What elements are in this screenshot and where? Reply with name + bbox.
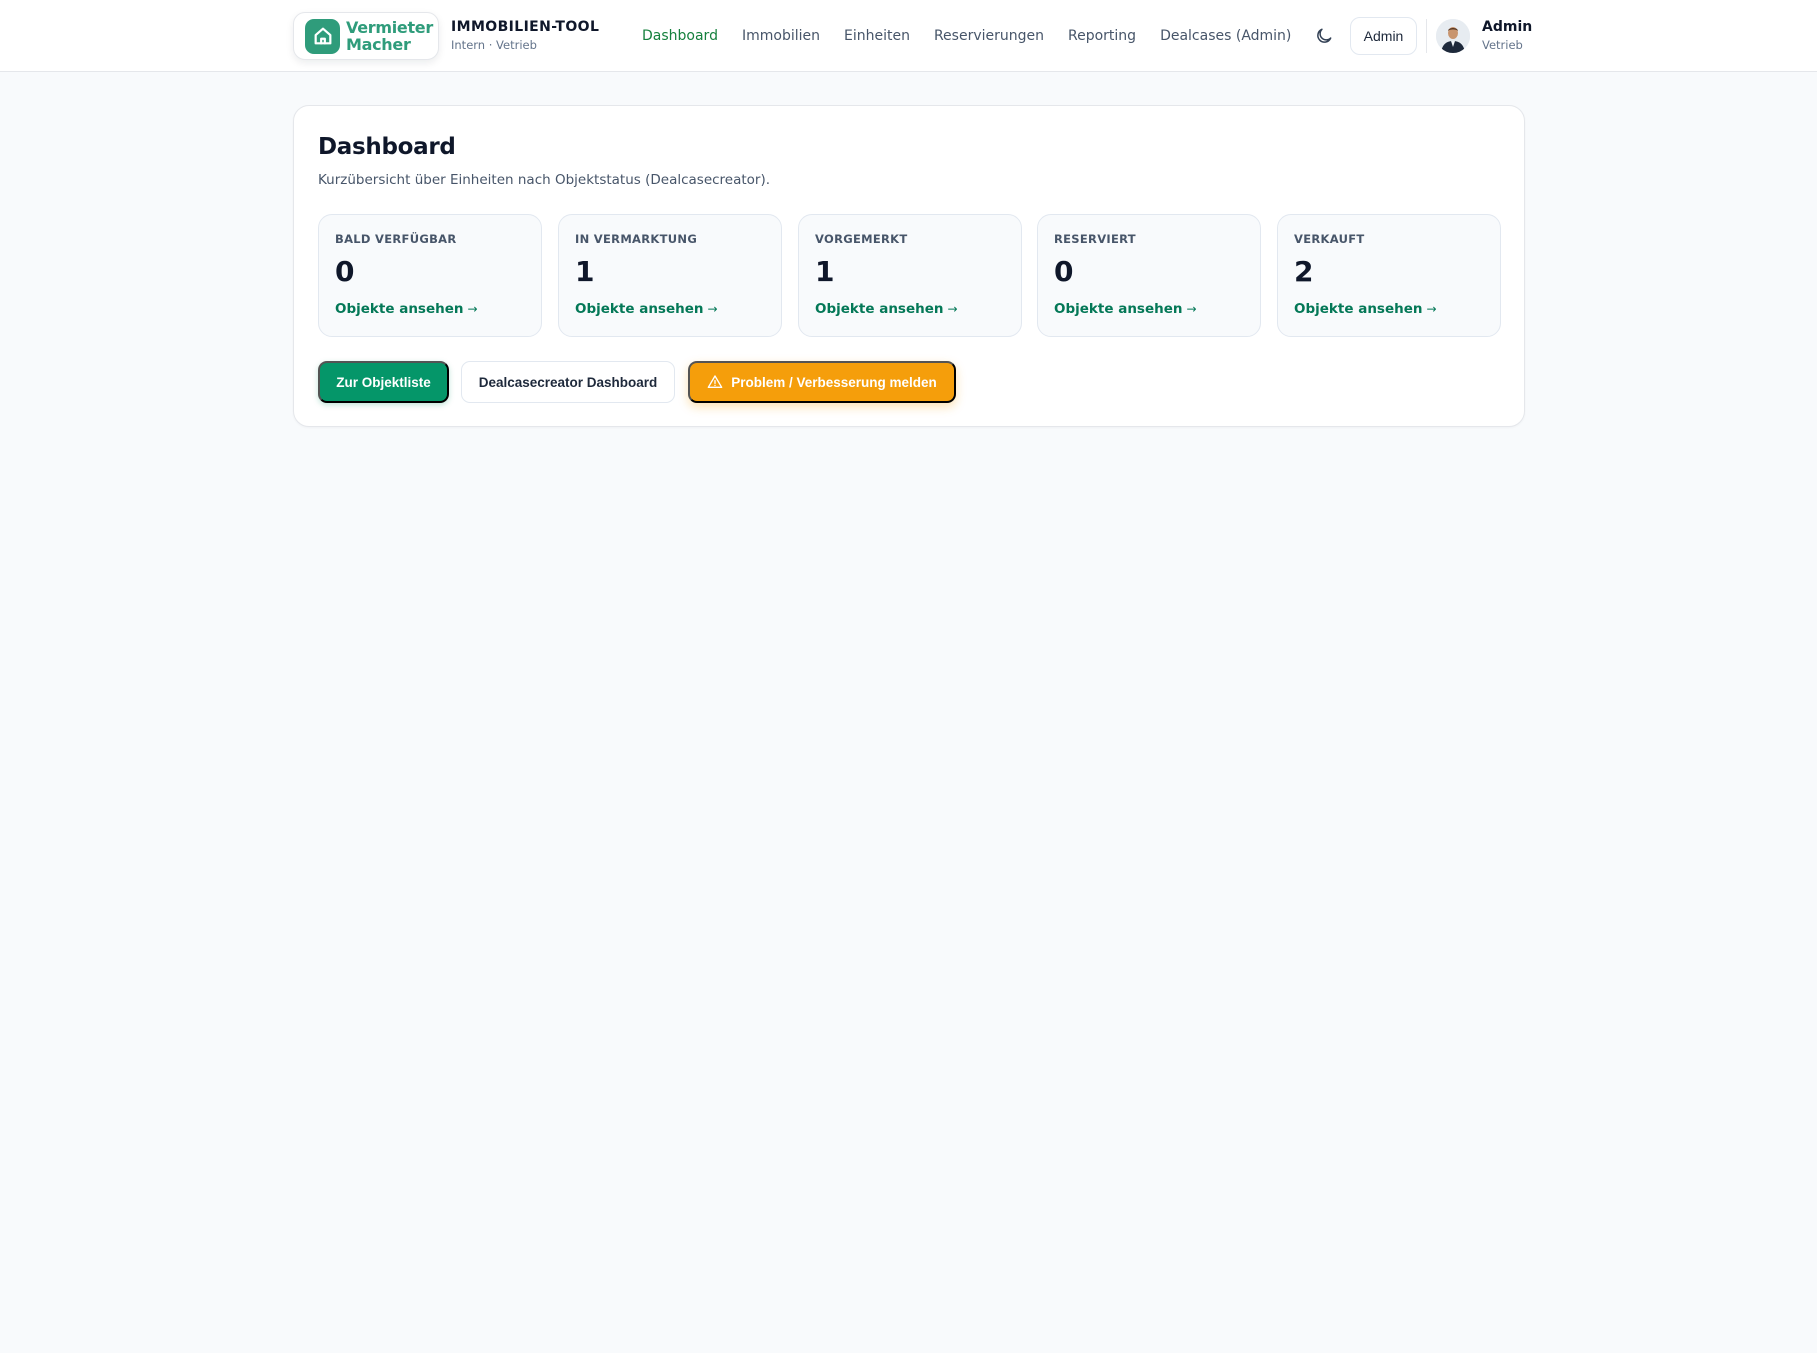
- stat-value: 1: [815, 255, 835, 288]
- logo-line-1: Vermieter: [346, 18, 433, 37]
- stat-card-reserviert: RESERVIERT 0 Objekte ansehen →: [1037, 214, 1261, 337]
- nav-item-reporting[interactable]: Reporting: [1068, 26, 1136, 46]
- header-divider: [1426, 19, 1427, 53]
- stat-card-vorgemerkt: VORGEMERKT 1 Objekte ansehen →: [798, 214, 1022, 337]
- stat-card-in-vermarktung: IN VERMARKTUNG 1 Objekte ansehen →: [558, 214, 782, 337]
- app-logo[interactable]: Vermieter Macher: [293, 12, 439, 60]
- top-navigation-bar: Vermieter Macher IMMOBILIEN-TOOL Intern …: [0, 0, 1817, 72]
- nav-item-dashboard[interactable]: Dashboard: [642, 26, 718, 46]
- user-role: Vetrieb: [1482, 38, 1523, 52]
- report-problem-button[interactable]: Problem / Verbesserung melden: [688, 361, 956, 403]
- objektliste-button[interactable]: Zur Objektliste: [318, 361, 449, 403]
- nav-item-einheiten[interactable]: Einheiten: [844, 26, 910, 46]
- stat-link-objekte-ansehen[interactable]: Objekte ansehen →: [1294, 301, 1437, 318]
- stat-value: 2: [1294, 255, 1314, 288]
- report-problem-label: Problem / Verbesserung melden: [731, 374, 937, 390]
- stat-label: VORGEMERKT: [815, 232, 908, 246]
- dealcasecreator-dashboard-button[interactable]: Dealcasecreator Dashboard: [461, 361, 675, 403]
- stat-link-objekte-ansehen[interactable]: Objekte ansehen →: [575, 301, 718, 318]
- stat-value: 0: [1054, 255, 1074, 288]
- user-avatar[interactable]: [1436, 19, 1470, 53]
- stat-label: RESERVIERT: [1054, 232, 1136, 246]
- brand-title: IMMOBILIEN-TOOL: [451, 19, 600, 35]
- stat-link-label: Objekte ansehen: [335, 301, 464, 317]
- arrow-right-icon: →: [1186, 302, 1197, 316]
- warning-triangle-icon: [707, 374, 723, 390]
- stat-label: VERKAUFT: [1294, 232, 1365, 246]
- user-name: Admin: [1482, 19, 1533, 35]
- stat-link-objekte-ansehen[interactable]: Objekte ansehen →: [1054, 301, 1197, 318]
- stat-card-bald-verfuegbar: BALD VERFÜGBAR 0 Objekte ansehen →: [318, 214, 542, 337]
- stat-card-verkauft: VERKAUFT 2 Objekte ansehen →: [1277, 214, 1501, 337]
- page-description: Kurzübersicht über Einheiten nach Objekt…: [318, 172, 771, 188]
- logo-line-2: Macher: [346, 35, 411, 54]
- stat-value: 0: [335, 255, 355, 288]
- arrow-right-icon: →: [1426, 302, 1437, 316]
- nav-item-reservierungen[interactable]: Reservierungen: [934, 26, 1044, 46]
- arrow-right-icon: →: [467, 302, 478, 316]
- stat-link-label: Objekte ansehen: [575, 301, 704, 317]
- nav-item-immobilien[interactable]: Immobilien: [742, 26, 820, 46]
- stat-link-label: Objekte ansehen: [1054, 301, 1183, 317]
- status-stats: BALD VERFÜGBAR 0 Objekte ansehen → IN VER…: [318, 214, 1501, 337]
- stat-link-label: Objekte ansehen: [815, 301, 944, 317]
- arrow-right-icon: →: [947, 302, 958, 316]
- user-info[interactable]: Admin Vetrieb: [1482, 19, 1533, 52]
- stat-label: BALD VERFÜGBAR: [335, 232, 457, 246]
- logo-wordmark: Vermieter Macher: [346, 19, 433, 53]
- role-switch-button[interactable]: Admin: [1350, 17, 1417, 55]
- stat-value: 1: [575, 255, 595, 288]
- house-icon: [305, 18, 340, 54]
- main-nav: Dashboard Immobilien Einheiten Reservier…: [642, 26, 1315, 46]
- moon-icon[interactable]: [1314, 26, 1334, 46]
- dashboard-card: Dashboard Kurzübersicht über Einheiten n…: [293, 105, 1525, 427]
- brand-subtitle: Intern · Vetrieb: [451, 38, 537, 52]
- page-title: Dashboard: [318, 134, 456, 160]
- nav-item-dealcases-admin[interactable]: Dealcases (Admin): [1160, 26, 1291, 46]
- stat-link-objekte-ansehen[interactable]: Objekte ansehen →: [335, 301, 478, 318]
- brand: IMMOBILIEN-TOOL Intern · Vetrieb: [451, 19, 599, 52]
- arrow-right-icon: →: [707, 302, 718, 316]
- stat-label: IN VERMARKTUNG: [575, 232, 698, 246]
- stat-link-objekte-ansehen[interactable]: Objekte ansehen →: [815, 301, 958, 318]
- stat-link-label: Objekte ansehen: [1294, 301, 1423, 317]
